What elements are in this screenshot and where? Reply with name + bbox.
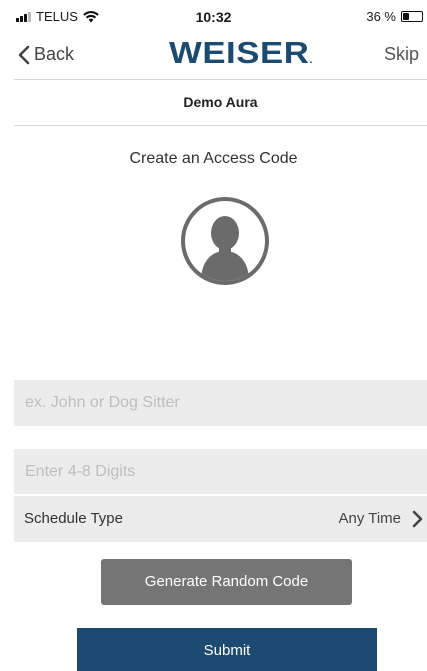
logo-text: WEISER — [169, 35, 310, 70]
page-heading: Create an Access Code — [129, 150, 298, 167]
status-bar: TELUS 10:32 36 % — [0, 0, 427, 34]
back-button[interactable]: Back — [18, 44, 74, 65]
skip-button[interactable]: Skip — [384, 44, 419, 65]
code-name-input[interactable] — [14, 380, 427, 426]
weiser-logo: WEISER. — [169, 35, 313, 71]
lock-name-bar: Demo Aura — [14, 80, 427, 126]
nav-bar: Back WEISER. Skip — [14, 34, 427, 80]
user-avatar-icon — [181, 197, 269, 285]
chevron-right-icon — [412, 510, 423, 528]
avatar-button[interactable] — [179, 195, 271, 287]
schedule-type-label: Schedule Type — [24, 510, 123, 527]
generate-random-code-button[interactable]: Generate Random Code — [101, 559, 352, 605]
lock-name: Demo Aura — [183, 94, 258, 110]
schedule-type-value: Any Time — [338, 510, 401, 527]
access-code-input[interactable] — [14, 449, 427, 495]
status-right: 36 % — [366, 9, 423, 24]
logo-dot: . — [309, 55, 314, 66]
battery-icon — [401, 11, 423, 22]
schedule-type-row[interactable]: Schedule Type Any Time — [14, 496, 427, 542]
chevron-left-icon — [18, 45, 30, 64]
battery-percent: 36 % — [366, 9, 396, 24]
submit-button[interactable]: Submit — [77, 628, 377, 671]
back-label: Back — [34, 44, 75, 64]
battery-level — [403, 13, 410, 20]
clock: 10:32 — [195, 9, 232, 25]
